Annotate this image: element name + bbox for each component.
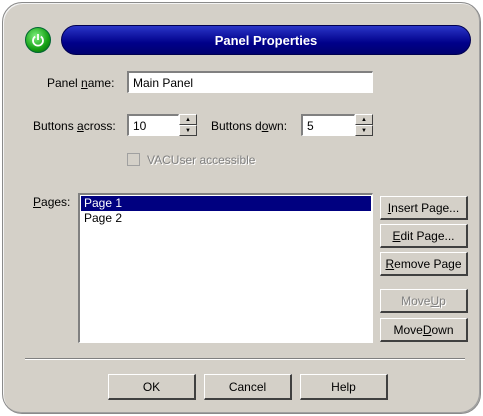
arrow-up-icon: ▲: [185, 116, 191, 123]
edit-page-button[interactable]: Edit Page...: [380, 224, 468, 248]
title-bar[interactable]: Panel Properties: [61, 25, 471, 55]
panel-name-label: Panel name:: [47, 76, 115, 90]
pages-label: Pages:: [33, 195, 71, 209]
help-button[interactable]: Help: [300, 374, 388, 400]
panel-name-input[interactable]: Main Panel: [127, 71, 373, 93]
spin-down-button[interactable]: ▼: [179, 125, 197, 136]
buttons-across-input[interactable]: 10: [127, 114, 179, 136]
spin-down-button[interactable]: ▼: [355, 125, 373, 136]
buttons-down-input[interactable]: 5: [301, 114, 355, 136]
insert-page-button[interactable]: Insert Page...: [380, 196, 468, 220]
user-accessible-checkbox[interactable]: [127, 153, 140, 166]
separator: [25, 358, 465, 360]
buttons-down-label: Buttons down:: [211, 119, 288, 133]
remove-page-button[interactable]: Remove Page: [380, 252, 468, 276]
cancel-button[interactable]: Cancel: [204, 374, 292, 400]
move-down-button[interactable]: Move Down: [380, 318, 468, 342]
panel-properties-dialog: Panel Properties Panel name: Main Panel …: [2, 2, 481, 414]
list-item[interactable]: Page 1: [81, 196, 371, 211]
ok-button[interactable]: OK: [108, 374, 196, 400]
buttons-across-label: Buttons across:: [33, 119, 116, 133]
pages-listbox[interactable]: Page 1 Page 2: [78, 193, 373, 343]
window-title: Panel Properties: [214, 32, 318, 48]
power-icon: [32, 34, 44, 47]
user-accessible-label: VACUser accessible: [147, 153, 256, 167]
spin-up-button[interactable]: ▲: [179, 114, 197, 125]
arrow-up-icon: ▲: [361, 116, 367, 123]
spin-up-button[interactable]: ▲: [355, 114, 373, 125]
system-menu-button[interactable]: [25, 27, 51, 53]
buttons-across-spinner[interactable]: ▲ ▼: [179, 114, 197, 136]
arrow-down-icon: ▼: [185, 127, 191, 134]
arrow-down-icon: ▼: [361, 127, 367, 134]
buttons-down-spinner[interactable]: ▲ ▼: [355, 114, 373, 136]
list-item[interactable]: Page 2: [81, 211, 371, 226]
move-up-button[interactable]: Move Up: [380, 289, 468, 313]
